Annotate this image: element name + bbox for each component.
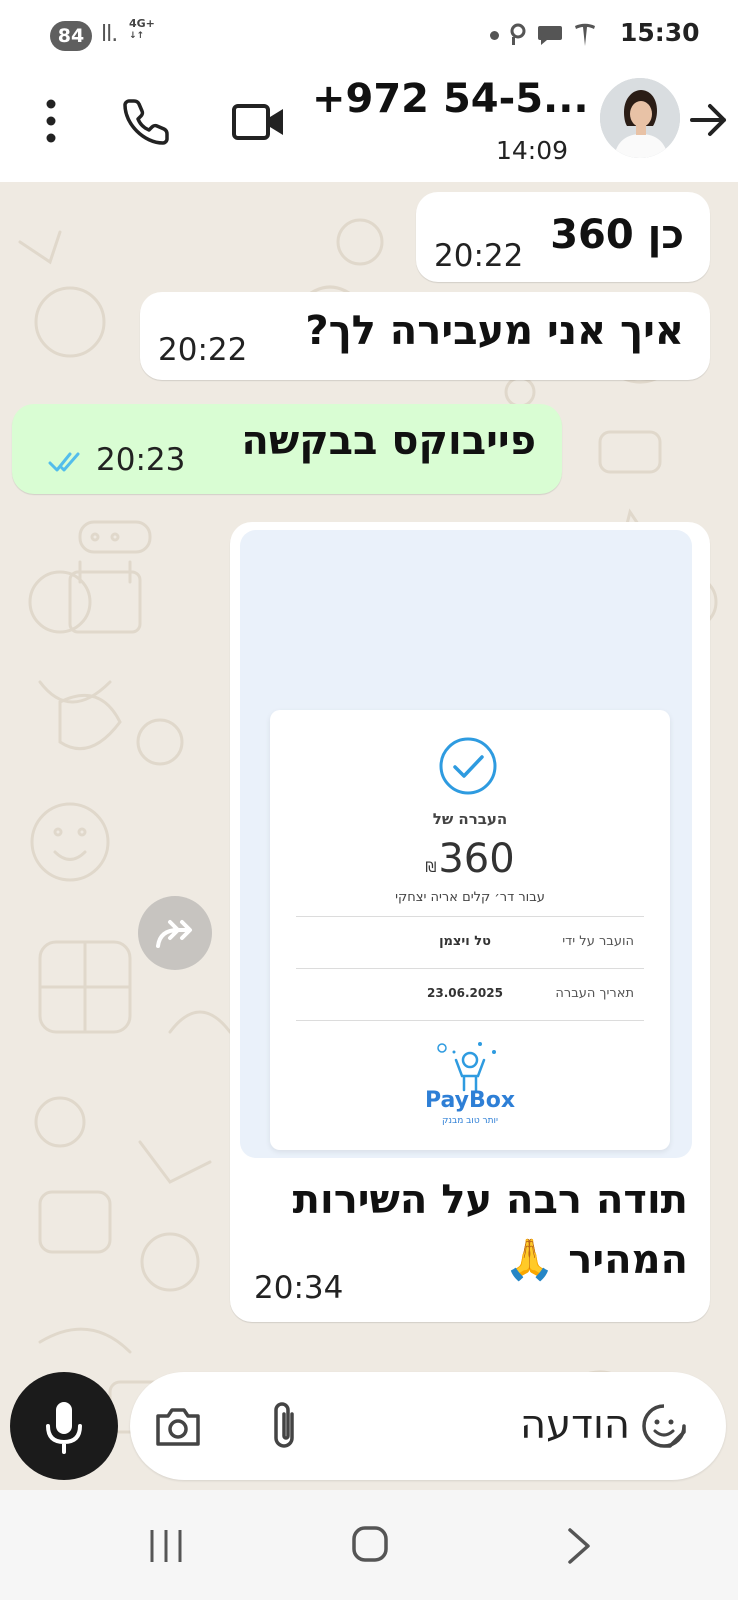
divider xyxy=(296,916,644,917)
system-nav-bar xyxy=(0,1490,738,1600)
caption-text: המהיר xyxy=(568,1237,688,1283)
message-time: 20:22 xyxy=(158,332,248,368)
forward-button[interactable] xyxy=(138,896,212,970)
caption-line-1: תודה רבה על השירות xyxy=(292,1177,688,1223)
divider xyxy=(296,1020,644,1021)
network-label: 4G+ xyxy=(129,17,155,30)
avatar[interactable] xyxy=(600,78,680,158)
status-bar: 84 ll. 4G+ ↓↑ 15:30 xyxy=(0,0,738,68)
sent-by-value: טל ויצמן xyxy=(439,934,491,949)
message-input[interactable] xyxy=(430,1400,630,1450)
recent-apps-icon[interactable] xyxy=(146,1526,186,1566)
voice-call-icon[interactable] xyxy=(122,96,172,146)
dot-icon xyxy=(490,30,499,40)
payment-receipt-image[interactable]: העברה של ₪360 עבור דר׳ קלים אריה יצחקי ה… xyxy=(240,530,692,1158)
notification-icons xyxy=(490,22,597,48)
message-time: 20:23 xyxy=(96,442,186,478)
message-text: כן 360 xyxy=(550,212,684,258)
voice-record-button[interactable] xyxy=(10,1372,118,1480)
camera-icon[interactable] xyxy=(154,1404,202,1448)
message-bubble[interactable]: איך אני מעבירה לך? 20:22 xyxy=(140,292,710,380)
last-seen: 14:09 xyxy=(496,136,569,165)
image-message-bubble[interactable]: העברה של ₪360 עבור דר׳ קלים אריה יצחקי ה… xyxy=(230,522,710,1322)
receipt-title: העברה של xyxy=(432,810,508,828)
message-composer xyxy=(130,1372,726,1480)
pray-emoji-icon: 🙏 xyxy=(504,1237,555,1283)
more-options-icon[interactable] xyxy=(40,96,62,146)
signal-icon: ll. xyxy=(101,22,118,47)
video-call-icon[interactable] xyxy=(232,100,286,144)
pango-icon xyxy=(510,23,526,45)
date-value: 23.06.2025 xyxy=(427,986,503,1000)
status-time: 15:30 xyxy=(620,18,700,47)
paybox-brand: PayBox xyxy=(424,1088,516,1113)
divider xyxy=(296,968,644,969)
date-label: תאריך העברה xyxy=(555,986,634,1001)
chat-header: +972 54-5... 14:09 xyxy=(0,68,738,182)
sent-by-label: הועבר על ידי xyxy=(562,934,634,949)
currency-symbol: ₪ xyxy=(425,860,437,876)
receipt-recipient: עבור דר׳ קלים אריה יצחקי xyxy=(395,890,545,905)
message-time: 20:22 xyxy=(434,238,524,274)
composer-bar xyxy=(0,1370,738,1490)
attach-icon[interactable] xyxy=(264,1398,304,1454)
avatar-image xyxy=(600,78,680,158)
amount-value: 360 xyxy=(438,836,515,882)
message-bubble[interactable]: פייבוקס בבקשה 20:23 xyxy=(12,404,562,494)
paybox-receipt: העברה של ₪360 עבור דר׳ קלים אריה יצחקי ה… xyxy=(270,710,670,1150)
message-bubble[interactable]: כן 360 20:22 xyxy=(416,192,710,282)
read-receipt-icon xyxy=(48,452,80,472)
check-circle-icon xyxy=(439,737,497,795)
network-type: 4G+ ↓↑ xyxy=(129,18,155,42)
message-text: פייבוקס בבקשה xyxy=(241,418,536,464)
receipt-amount: ₪360 xyxy=(270,836,670,882)
battery-indicator: 84 xyxy=(50,21,92,51)
nav-back-icon[interactable] xyxy=(562,1526,598,1566)
home-icon[interactable] xyxy=(350,1524,390,1564)
contact-name[interactable]: +972 54-5... xyxy=(312,76,589,122)
message-time: 20:34 xyxy=(254,1270,344,1306)
back-arrow-icon[interactable] xyxy=(686,98,730,142)
forward-icon xyxy=(156,920,192,948)
sticker-icon[interactable] xyxy=(640,1402,688,1450)
chat-notif-icon xyxy=(538,26,562,45)
microphone-icon xyxy=(46,1402,82,1454)
message-text: איך אני מעבירה לך? xyxy=(305,308,684,354)
paybox-tagline: יותר טוב מבנק xyxy=(442,1116,498,1126)
chat-area[interactable]: כן 360 20:22 איך אני מעבירה לך? 20:22 פי… xyxy=(0,182,738,1490)
data-arrows-icon: ↓↑ xyxy=(129,31,145,41)
tesla-icon xyxy=(575,23,595,46)
